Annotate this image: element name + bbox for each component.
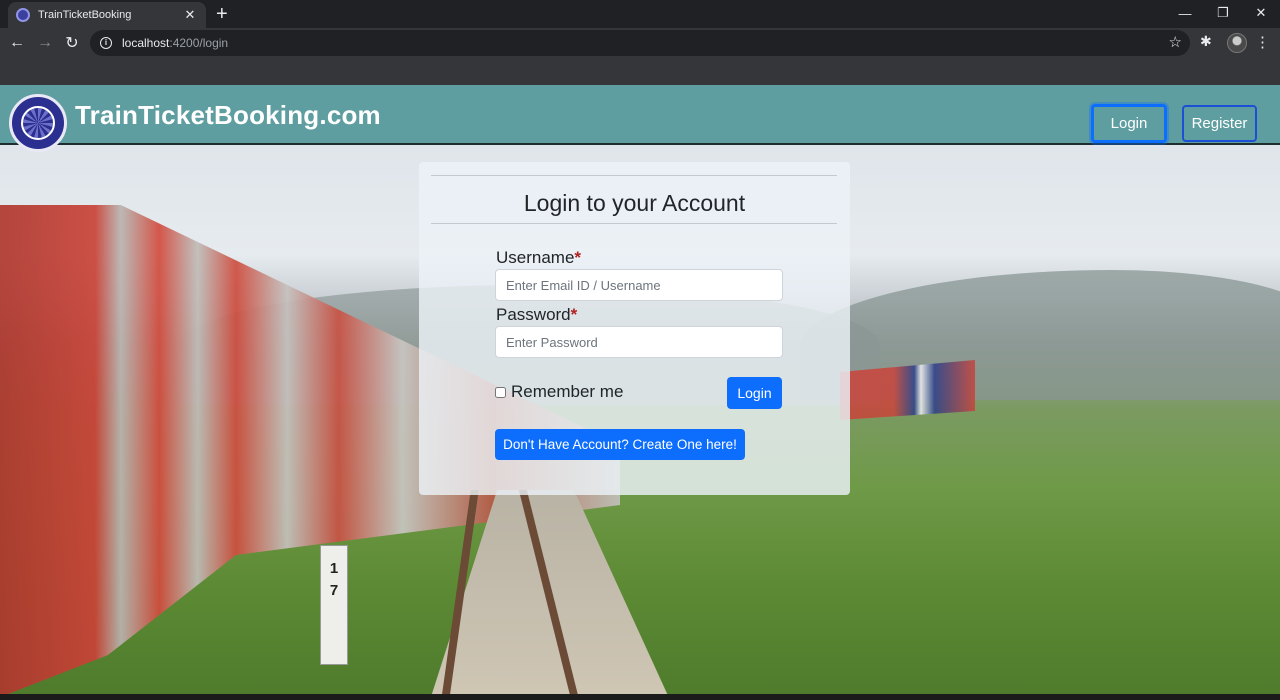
remember-me-label[interactable]: Remember me [511, 382, 623, 402]
card-divider [431, 175, 837, 176]
nav-register-button[interactable]: Register [1182, 105, 1257, 142]
remember-me-checkbox[interactable] [495, 386, 506, 398]
bookmarks-bar [0, 58, 1280, 85]
username-label-text: Username [496, 248, 575, 267]
reload-icon[interactable]: ↻ [61, 32, 83, 54]
tab-title: TrainTicketBooking [38, 9, 132, 21]
close-window-icon[interactable]: ✕ [1242, 0, 1280, 26]
close-tab-icon[interactable]: ✕ [182, 7, 198, 23]
address-bar[interactable]: i localhost :4200/login ☆ [90, 30, 1190, 56]
menu-icon[interactable]: ⋮ [1255, 33, 1270, 51]
restore-icon[interactable]: ❐ [1204, 0, 1242, 26]
page-viewport: 1 7 TrainTicketBooking.com Login Registe… [0, 85, 1280, 694]
password-input[interactable] [495, 326, 783, 358]
minimize-icon[interactable]: — [1166, 0, 1204, 26]
browser-tab[interactable]: TrainTicketBooking ✕ [8, 2, 206, 28]
extensions-icon[interactable]: ✱ [1200, 33, 1212, 50]
logo-emblem [21, 106, 55, 140]
create-account-button[interactable]: Don't Have Account? Create One here! [495, 429, 745, 460]
browser-toolbar: ← → ↻ i localhost :4200/login ☆ [0, 28, 1280, 58]
star-icon[interactable]: ☆ [1169, 33, 1182, 51]
window-controls: — ❐ ✕ [1166, 0, 1280, 28]
remember-me: Remember me [495, 382, 623, 402]
profile-icon[interactable] [1227, 33, 1247, 53]
login-button[interactable]: Login [727, 377, 782, 409]
required-mark: * [570, 305, 578, 324]
new-tab-button[interactable]: + [216, 3, 228, 25]
required-mark: * [574, 248, 582, 267]
url-host: localhost [122, 36, 170, 50]
site-navbar: TrainTicketBooking.com Login Register [0, 85, 1280, 145]
favicon-icon [16, 8, 30, 22]
forward-icon[interactable]: → [34, 32, 56, 54]
login-card: Login to your Account Username* Password… [419, 162, 850, 495]
brand-name[interactable]: TrainTicketBooking.com [75, 100, 381, 131]
username-input[interactable] [495, 269, 783, 301]
password-label: Password* [496, 305, 577, 325]
info-icon[interactable]: i [100, 37, 112, 49]
login-title: Login to your Account [523, 190, 746, 216]
back-icon[interactable]: ← [6, 32, 28, 54]
password-label-text: Password [496, 305, 571, 324]
taskbar [0, 694, 1280, 700]
tab-strip: TrainTicketBooking ✕ + — ❐ ✕ [0, 0, 1280, 28]
indian-railways-logo-icon [9, 94, 67, 152]
card-divider [431, 223, 837, 224]
url-path: :4200/login [169, 36, 229, 50]
username-label: Username* [496, 248, 581, 268]
milestone-text: 1 7 [329, 560, 339, 599]
nav-login-button[interactable]: Login [1091, 104, 1167, 143]
